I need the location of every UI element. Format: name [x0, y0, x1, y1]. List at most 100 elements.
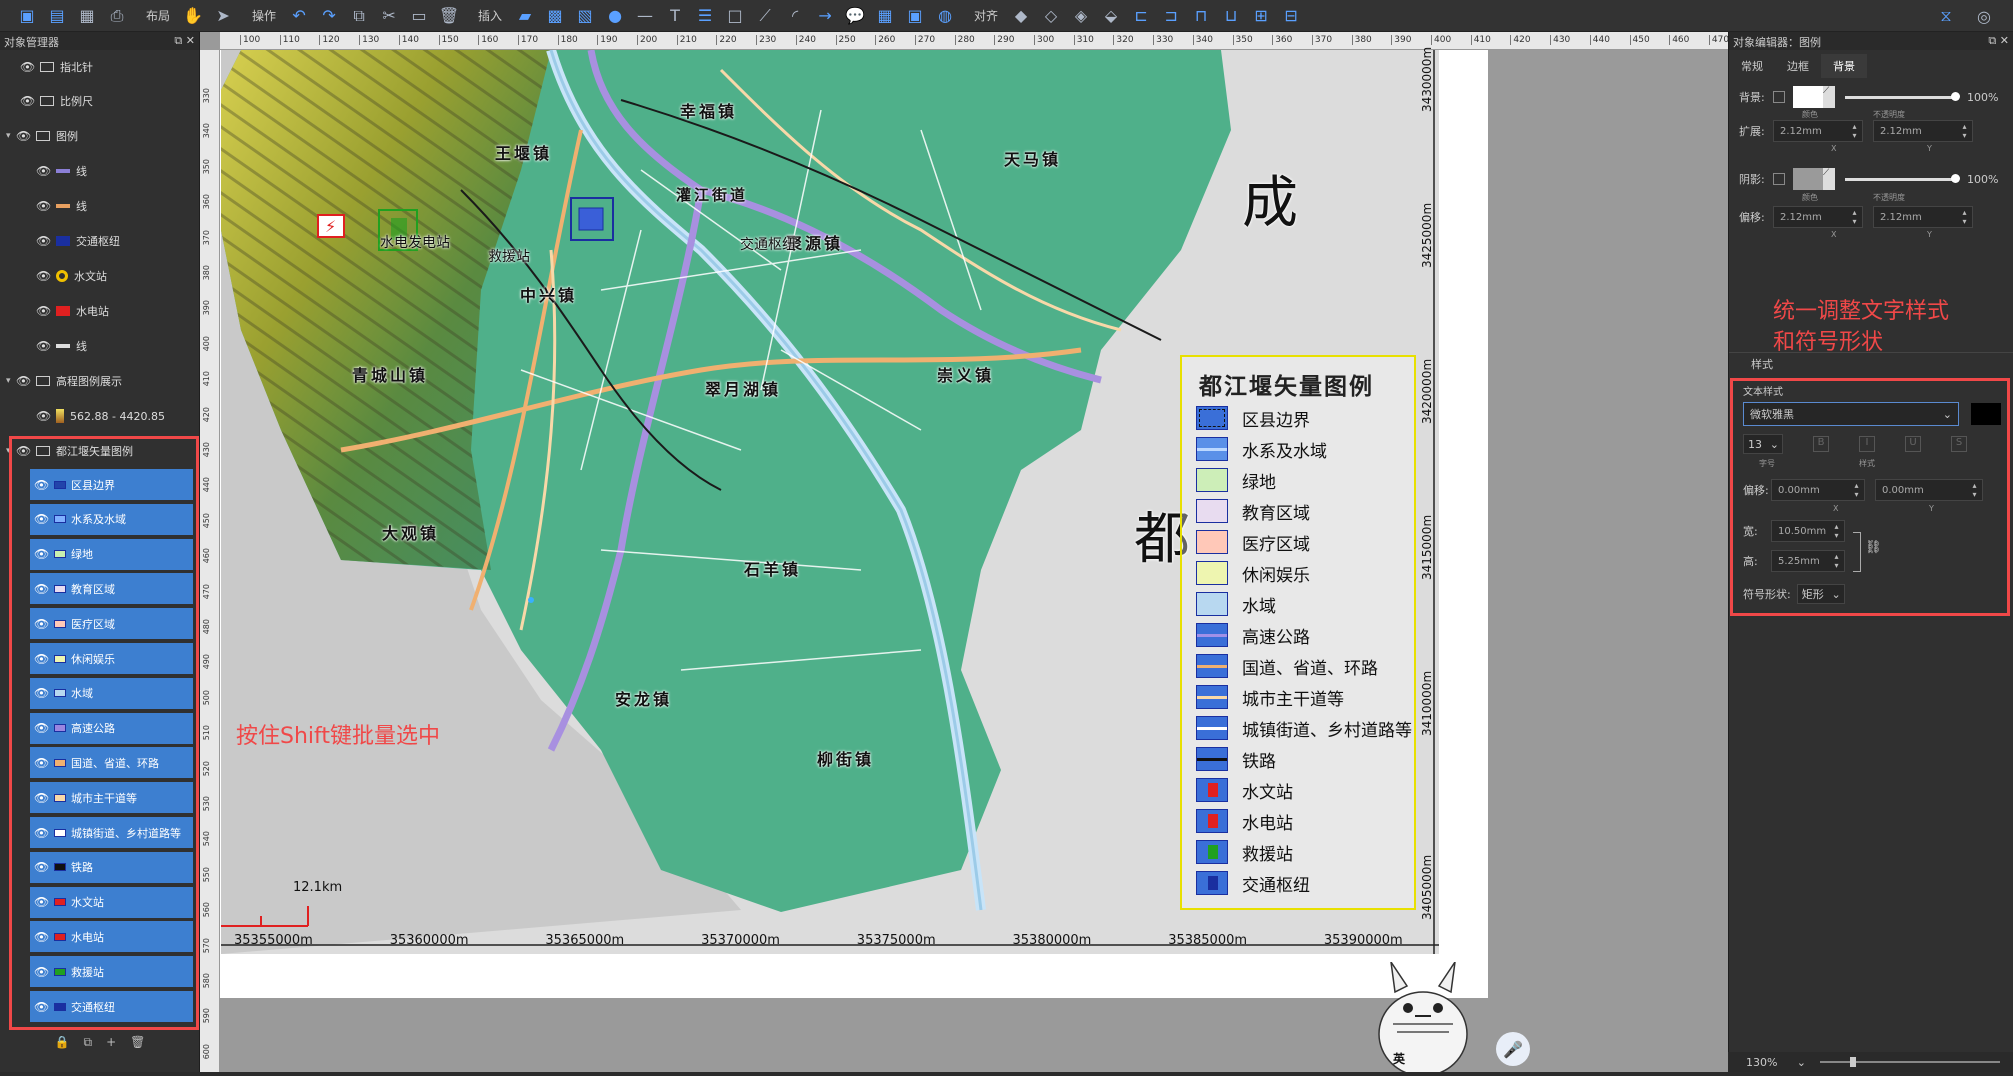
tree-item[interactable]: 👁 交通枢纽 [36, 224, 120, 258]
caret-down-icon[interactable]: ▾ [6, 131, 16, 141]
align-right-icon[interactable]: ⊓ [1189, 4, 1213, 28]
tree-item[interactable]: 👁 比例尺 [20, 84, 93, 118]
legend-row[interactable]: 水系及水域 [1196, 437, 1327, 462]
panel-controls-icon[interactable]: ⧉ ✕ [174, 34, 195, 48]
insert-arrow-icon[interactable]: → [813, 4, 837, 28]
add-icon[interactable]: + [106, 1035, 116, 1049]
panel-controls-icon[interactable]: ⧉ ✕ [1988, 34, 2009, 48]
eye-icon[interactable]: 👁 [36, 304, 51, 318]
background-opacity-slider[interactable] [1845, 91, 1960, 101]
insert-picture-icon[interactable]: ▧ [573, 4, 597, 28]
layer-bottom-icon[interactable]: ⬙ [1099, 4, 1123, 28]
tree-item[interactable]: 👁 线 [36, 189, 87, 223]
legend-row[interactable]: 区县边界 [1196, 406, 1310, 431]
align-top-icon[interactable]: ⊔ [1219, 4, 1243, 28]
eye-icon[interactable]: 👁 [36, 234, 51, 248]
lock-icon[interactable]: 🔒 [55, 1035, 70, 1049]
align-center-icon[interactable]: ⊐ [1159, 4, 1183, 28]
ime-badge[interactable]: 英 [1393, 1050, 1405, 1067]
save-icon[interactable]: ▣ [15, 4, 39, 28]
insert-image-icon[interactable]: ▩ [543, 4, 567, 28]
copy-icon[interactable]: ⧉ [347, 4, 371, 28]
eye-icon[interactable]: 👁 [16, 374, 31, 388]
tree-item[interactable]: 👁 线 [36, 329, 87, 363]
pan-hand-icon[interactable]: ✋ [181, 4, 205, 28]
insert-frame-icon[interactable]: ▣ [903, 4, 927, 28]
insert-map-icon[interactable]: ▰ [513, 4, 537, 28]
eye-icon[interactable]: 👁 [20, 60, 35, 74]
legend-row[interactable]: 城镇街道、乡村道路等 [1196, 716, 1412, 741]
expand-x-input[interactable]: 2.12mm [1773, 120, 1863, 142]
tree-item[interactable]: 👁 水文站 [36, 259, 107, 293]
tab-background[interactable]: 背景 [1821, 54, 1867, 78]
eye-icon[interactable]: 👁 [36, 409, 51, 423]
background-color-swatch[interactable] [1793, 86, 1823, 108]
tree-item[interactable]: 👁 指北针 [20, 50, 93, 84]
insert-list-icon[interactable]: ☰ [693, 4, 717, 28]
shadow-opacity-slider[interactable] [1845, 173, 1960, 183]
eyedropper-icon[interactable]: ⟋ [1823, 168, 1835, 190]
select-arrow-icon[interactable]: ➤ [211, 4, 235, 28]
offset-y-input[interactable]: 2.12mm [1873, 206, 1973, 228]
delete-icon[interactable]: 🗑 [437, 4, 461, 28]
legend-row[interactable]: 医疗区域 [1196, 530, 1310, 555]
legend-row[interactable]: 水域 [1196, 592, 1276, 617]
offset-x-input[interactable]: 2.12mm [1773, 206, 1863, 228]
insert-line-icon[interactable]: — [633, 4, 657, 28]
insert-arc-icon[interactable]: ◜ [783, 4, 807, 28]
insert-polyline-icon[interactable]: ⟋ [753, 4, 777, 28]
tab-border[interactable]: 边框 [1775, 54, 1821, 78]
export-icon[interactable]: ▦ [75, 4, 99, 28]
legend-row[interactable]: 城市主干道等 [1196, 685, 1344, 710]
eye-icon[interactable]: 👁 [36, 269, 51, 283]
insert-circle-icon[interactable]: ● [603, 4, 627, 28]
print-icon[interactable]: ⎙ [105, 4, 129, 28]
tab-general[interactable]: 常规 [1729, 54, 1775, 78]
align-bottom-icon[interactable]: ⊟ [1279, 4, 1303, 28]
legend-row[interactable]: 交通枢纽 [1196, 871, 1310, 896]
legend-row[interactable]: 水文站 [1196, 778, 1293, 803]
legend-row[interactable]: 绿地 [1196, 468, 1276, 493]
layer-top-icon[interactable]: ◆ [1009, 4, 1033, 28]
align-middle-icon[interactable]: ⊞ [1249, 4, 1273, 28]
tree-item[interactable]: 👁 水电站 [36, 294, 109, 328]
eye-icon[interactable]: 👁 [36, 339, 51, 353]
legend-row[interactable]: 休闲娱乐 [1196, 561, 1310, 586]
cut-icon[interactable]: ✂ [377, 4, 401, 28]
map-legend[interactable]: 都江堰矢量图例 区县边界 水系及水域 绿地 教育区域 医疗区域 休闲娱乐 水域 高速公路 国道、… [1180, 355, 1416, 910]
eye-icon[interactable]: 👁 [36, 199, 51, 213]
duplicate-icon[interactable]: ⧉ [84, 1035, 93, 1050]
layer-down-icon[interactable]: ◈ [1069, 4, 1093, 28]
eyedropper-icon[interactable]: ⟋ [1823, 86, 1835, 108]
save-as-icon[interactable]: ▤ [45, 4, 69, 28]
trash-icon[interactable]: 🗑 [130, 1035, 145, 1049]
eye-icon[interactable]: 👁 [16, 129, 31, 143]
shadow-checkbox[interactable] [1773, 173, 1785, 185]
legend-row[interactable]: 救援站 [1196, 840, 1293, 865]
app-logo-icon[interactable]: ⧖ [1934, 4, 1958, 28]
tree-item[interactable]: ▾ 👁 图例 [6, 119, 78, 153]
background-checkbox[interactable] [1773, 91, 1785, 103]
eye-icon[interactable]: 👁 [36, 164, 51, 178]
caret-down-icon[interactable]: ▾ [6, 376, 16, 386]
layer-up-icon[interactable]: ◇ [1039, 4, 1063, 28]
legend-row[interactable]: 教育区域 [1196, 499, 1310, 524]
insert-text-icon[interactable]: T [663, 4, 687, 28]
expand-y-input[interactable]: 2.12mm [1873, 120, 1973, 142]
tree-item[interactable]: 👁 562.88 - 4420.85 [36, 399, 165, 433]
microphone-icon[interactable]: 🎤 [1496, 1032, 1530, 1066]
legend-row[interactable]: 水电站 [1196, 809, 1293, 834]
legend-row[interactable]: 高速公路 [1196, 623, 1310, 648]
insert-comment-icon[interactable]: 💬 [843, 4, 867, 28]
zoom-slider[interactable] [1820, 1057, 2000, 1067]
tree-item[interactable]: ▾ 👁 高程图例展示 [6, 364, 122, 398]
help-icon[interactable]: ◎ [1972, 4, 1996, 28]
insert-table-icon[interactable]: ▦ [873, 4, 897, 28]
legend-row[interactable]: 铁路 [1196, 747, 1276, 772]
eye-icon[interactable]: 👁 [20, 94, 35, 108]
undo-icon[interactable]: ↶ [287, 4, 311, 28]
paste-icon[interactable]: ▭ [407, 4, 431, 28]
tree-item[interactable]: 👁 线 [36, 154, 87, 188]
insert-globe-icon[interactable]: ◍ [933, 4, 957, 28]
align-left-icon[interactable]: ⊏ [1129, 4, 1153, 28]
